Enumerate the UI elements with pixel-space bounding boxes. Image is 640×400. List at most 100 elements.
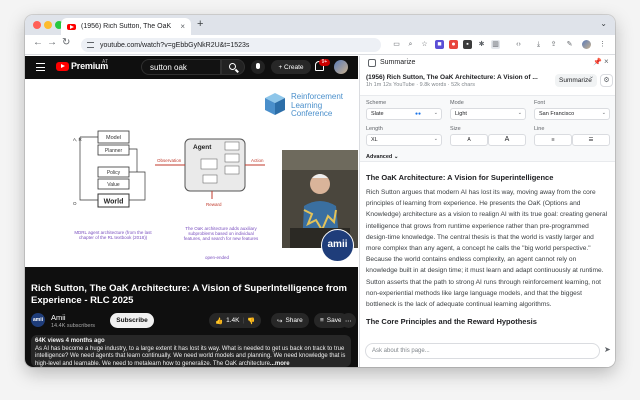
pin-icon[interactable]: 📌 [593, 58, 602, 66]
account-avatar[interactable] [334, 60, 348, 74]
channel-row: amii Amii 14.4K subscribers Subscribe 👍 … [31, 310, 356, 332]
panel-video-title: (1956) Rich Sutton, The OaK Architecture… [366, 74, 538, 81]
share-icon: ↪ [277, 317, 283, 325]
chevron-down-icon: ⌄ [433, 136, 438, 142]
share-page-icon[interactable]: ⇪ [549, 40, 558, 49]
observation-label: Observation [157, 158, 182, 163]
panel-video-stats: 1h 1m 12s YouTube · 9.8k words · 52k cha… [366, 82, 475, 88]
side-panel-icon[interactable]: ▥ [491, 40, 500, 49]
advanced-toggle[interactable]: Advanced ⌄ [366, 154, 398, 160]
channel-name[interactable]: Amii [51, 313, 66, 322]
like-count: 1.4K [226, 317, 240, 324]
voice-search-icon[interactable] [251, 60, 265, 74]
mode-label: Mode [450, 100, 464, 106]
new-tab-button[interactable]: + [197, 18, 203, 30]
chevron-down-icon: ⌄ [517, 110, 522, 116]
section-heading: The Core Principles and the Reward Hypot… [366, 317, 537, 327]
youtube-logo-icon[interactable] [56, 62, 69, 71]
download-icon[interactable]: ⤓ [534, 40, 543, 49]
search-button[interactable] [221, 59, 245, 75]
scheme-select[interactable]: Slate ●● ⌄ [366, 108, 442, 120]
planner-label: Planner [105, 148, 123, 154]
forward-icon[interactable]: → [47, 37, 57, 48]
right-caption: The OaK architecture adds auxiliary subp… [183, 226, 259, 241]
rl-conference-logo-icon [265, 93, 285, 115]
amii-watermark: amii [321, 229, 354, 262]
extensions-puzzle-icon[interactable]: ✱ [477, 40, 486, 49]
model-label: Model [106, 135, 121, 141]
line-spacing-tight-icon[interactable]: ≡ [534, 134, 572, 146]
site-info-icon[interactable] [87, 42, 94, 48]
view-count-date: 64K views 4 months ago [35, 338, 105, 344]
bookmark-star-icon[interactable]: ☆ [420, 40, 429, 49]
like-button[interactable]: 👍 1.4K | 👎 [209, 313, 262, 328]
length-label: Length [366, 126, 383, 132]
save-label: Save [326, 317, 342, 324]
tab-close-icon[interactable]: × [180, 22, 185, 31]
description-more-link[interactable]: ...more [270, 361, 290, 367]
line-label: Line [534, 126, 545, 132]
font-label: Font [534, 100, 546, 106]
length-select[interactable]: XL ⌄ [366, 134, 442, 146]
ar-label: A, R [73, 137, 83, 142]
extension-dark-icon[interactable]: ▪ [463, 40, 472, 49]
summary-heading: The OaK Architecture: A Vision for Super… [366, 173, 554, 182]
menu-icon[interactable] [36, 63, 45, 71]
video-player[interactable]: Model Planner Policy Value World A, R O … [25, 79, 358, 267]
search-icon [229, 63, 236, 70]
value-label: Value [107, 182, 120, 188]
more-actions-button[interactable]: ⋯ [341, 313, 356, 328]
send-icon[interactable]: ➤ [604, 345, 611, 354]
browser-menu-icon[interactable]: ⋮ [598, 40, 607, 49]
size-increase-button[interactable]: A [488, 134, 526, 146]
address-bar[interactable]: youtube.com/watch?v=gEbbGyNkR2U&t=1523s [81, 38, 381, 52]
ask-input[interactable]: Ask about this page... [365, 343, 600, 359]
subscribe-button[interactable]: Subscribe [110, 313, 154, 328]
policy-label: Policy [107, 170, 121, 176]
search-input[interactable]: sutton oak [141, 59, 221, 75]
description-box[interactable]: 64K views 4 months ago As AI has become … [31, 335, 351, 367]
cast-icon[interactable]: ▭ [392, 40, 401, 49]
subscriber-count: 14.4K subscribers [51, 323, 96, 329]
thumbs-down-icon[interactable]: 👎 [247, 317, 255, 325]
browser-toolbar: ← → ↻ youtube.com/watch?v=gEbbGyNkR2U&t=… [25, 35, 615, 55]
settings-gear-icon[interactable]: ⚙ [600, 74, 613, 87]
scheme-label: Scheme [366, 100, 387, 106]
share-label: Share [285, 317, 303, 324]
advanced-label: Advanced [366, 154, 393, 160]
tab-search-button[interactable]: ⌄ [600, 19, 607, 28]
devtools-icon[interactable]: ‹› [514, 40, 523, 49]
extension-purple-icon[interactable]: ■ [435, 40, 444, 49]
chevron-down-icon: ⌄ [433, 110, 438, 116]
tab-strip: (1956) Rich Sutton, The OaK × + ⌄ [25, 15, 615, 35]
mode-select[interactable]: Summarize [555, 73, 597, 87]
create-button[interactable]: + Create [271, 60, 311, 74]
reload-icon[interactable]: ↻ [62, 37, 70, 48]
minimize-window-button[interactable] [44, 21, 52, 29]
youtube-header: Premium AT sutton oak + Create 9+ [25, 56, 358, 78]
appearance-mode-select[interactable]: Light ⌄ [450, 108, 526, 120]
youtube-page: Premium AT sutton oak + Create 9+ Model … [25, 56, 358, 367]
font-select[interactable]: San Francisco ⌄ [534, 108, 610, 120]
zoom-icon[interactable]: ⌕ [406, 40, 415, 49]
share-button[interactable]: ↪ Share [271, 313, 309, 328]
translate-icon[interactable]: ✎ [565, 40, 574, 49]
close-window-button[interactable] [33, 21, 41, 29]
line-spacing-loose-icon[interactable]: ☰ [572, 134, 610, 146]
extension-red-icon[interactable]: ● [449, 40, 458, 49]
oak-box-5 [202, 174, 218, 184]
agent-label: Agent [193, 144, 212, 151]
oak-box-2 [224, 153, 240, 163]
tab-youtube[interactable]: (1956) Rich Sutton, The OaK × [61, 18, 191, 35]
youtube-favicon-icon [67, 23, 76, 30]
browser-window: (1956) Rich Sutton, The OaK × + ⌄ ← → ↻ … [25, 15, 615, 367]
channel-avatar[interactable]: amii [31, 313, 45, 327]
appearance-mode-value: Light [455, 111, 467, 117]
left-caption: MDRL agent architecture (from the last c… [74, 230, 152, 240]
close-panel-icon[interactable]: × [604, 57, 609, 66]
conference-line-3: Conference [291, 109, 333, 118]
profile-avatar[interactable] [582, 40, 591, 49]
size-decrease-button[interactable]: A [450, 134, 488, 146]
back-icon[interactable]: ← [33, 37, 43, 48]
oak-box-3 [224, 165, 240, 175]
